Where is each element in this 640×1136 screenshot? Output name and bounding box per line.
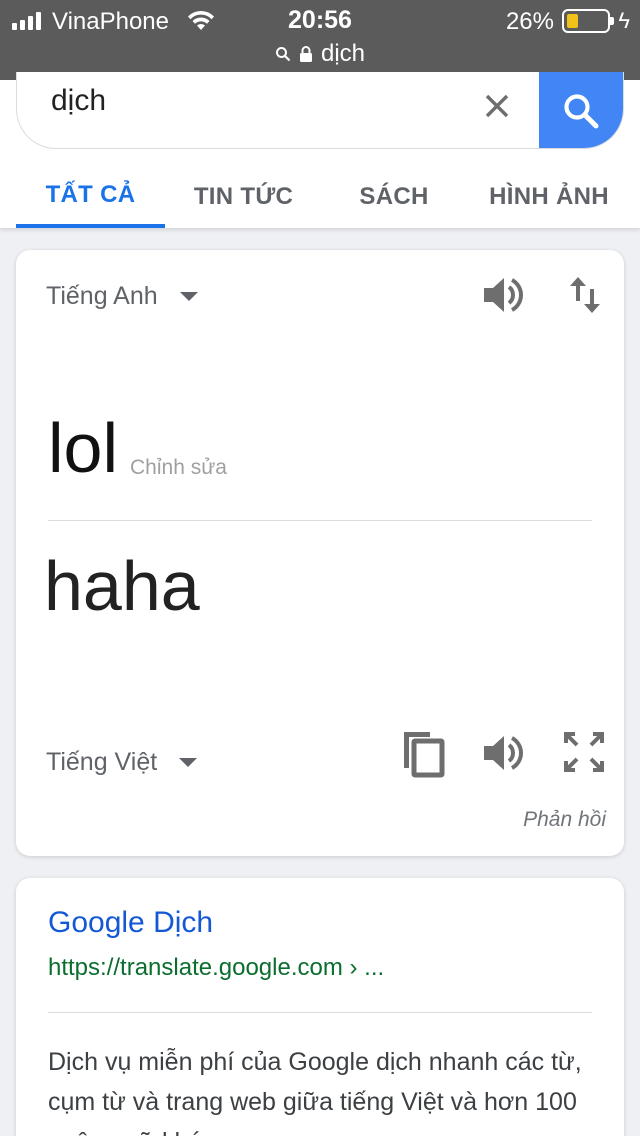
target-language-label: Tiếng Việt — [46, 748, 158, 776]
result-title-link[interactable]: Google Dịch — [48, 906, 213, 940]
address-bar[interactable]: dịch — [0, 40, 640, 68]
speaker-icon — [484, 278, 523, 312]
fullscreen-icon — [564, 732, 604, 772]
tab-all[interactable]: TẤT CẢ — [16, 166, 165, 228]
chevron-down-icon — [179, 758, 198, 767]
search-box[interactable]: dịch — [16, 72, 624, 149]
source-text[interactable]: lol — [48, 408, 118, 488]
copy-button[interactable] — [396, 726, 450, 780]
divider — [48, 1012, 592, 1013]
edit-link[interactable]: Chỉnh sửa — [130, 456, 227, 480]
search-tabs: TẤT CẢ TIN TỨC SÁCH HÌNH ẢNH — [16, 166, 632, 228]
search-icon — [564, 93, 599, 128]
translated-text: haha — [44, 547, 200, 625]
copy-icon — [404, 732, 445, 778]
search-header: dịch TẤT CẢ TIN TỨC SÁCH HÌNH ẢNH — [0, 72, 640, 228]
address-text: dịch — [320, 40, 366, 67]
feedback-link[interactable]: Phản hồi — [523, 808, 606, 832]
result-snippet: Dịch vụ miễn phí của Google dịch nhanh c… — [48, 1048, 582, 1136]
result-url[interactable]: https://translate.google.com › ... — [48, 954, 384, 982]
source-language-select[interactable]: Tiếng Anh — [46, 282, 198, 311]
translate-card: Tiếng Anh lol Chỉnh sửa haha Tiếng Việt — [16, 250, 624, 856]
swap-icon — [570, 277, 600, 313]
source-speaker-button[interactable] — [478, 270, 528, 320]
target-language-select[interactable]: Tiếng Việt — [46, 748, 198, 777]
search-input[interactable]: dịch — [51, 84, 106, 118]
status-bar: VinaPhone 20:56 26% ϟ dịch — [0, 0, 640, 80]
fullscreen-button[interactable] — [560, 728, 608, 776]
tab-news[interactable]: TIN TỨC — [165, 166, 322, 228]
chevron-down-icon — [179, 292, 198, 301]
divider — [48, 520, 592, 521]
search-result-card: Google Dịch https://translate.google.com… — [16, 878, 624, 1136]
lock-icon — [299, 46, 312, 62]
speaker-icon — [484, 736, 523, 770]
charging-icon: ϟ — [618, 8, 630, 33]
tab-images[interactable]: HÌNH ẢNH — [466, 166, 632, 228]
battery-icon — [562, 9, 614, 33]
swap-languages-button[interactable] — [562, 270, 608, 320]
target-speaker-button[interactable] — [478, 728, 528, 778]
close-icon — [485, 94, 509, 118]
source-language-label: Tiếng Anh — [46, 282, 158, 310]
search-button[interactable] — [539, 72, 623, 148]
tab-books[interactable]: SÁCH — [322, 166, 466, 228]
search-small-icon — [275, 47, 291, 62]
battery-percent: 26% — [505, 8, 554, 35]
clear-button[interactable] — [479, 88, 515, 124]
